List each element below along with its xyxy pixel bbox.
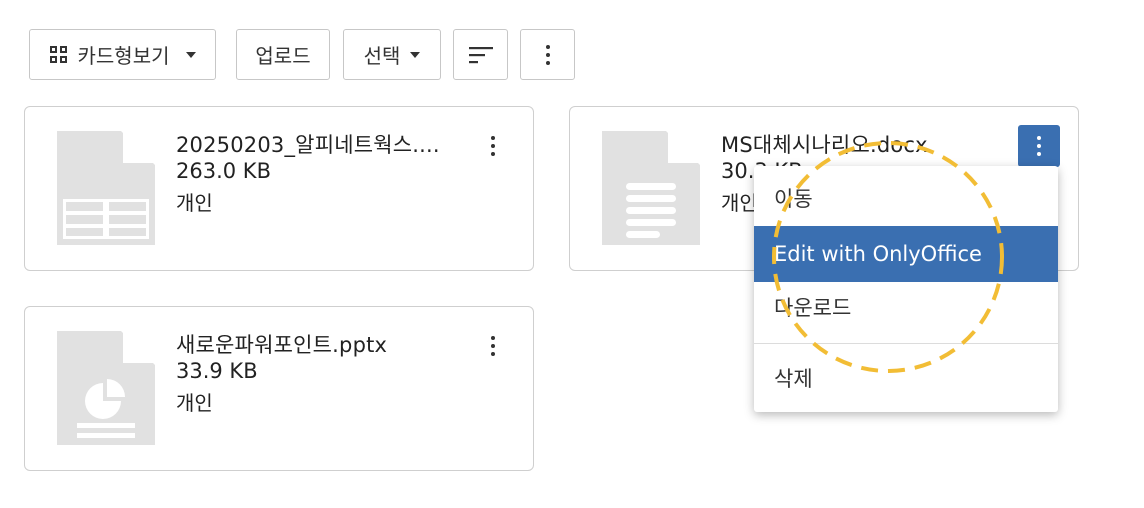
file-name[interactable]: 새로운파워포인트.pptx bbox=[176, 329, 387, 359]
upload-button[interactable]: 업로드 bbox=[236, 29, 330, 80]
select-dropdown[interactable]: 선택 bbox=[343, 29, 441, 80]
file-size: 263.0 KB bbox=[176, 159, 271, 183]
menu-item-edit-onlyoffice[interactable]: Edit with OnlyOffice bbox=[754, 226, 1058, 282]
view-mode-dropdown[interactable]: 카드형보기 bbox=[29, 29, 216, 80]
menu-item-move[interactable]: 이동 bbox=[754, 170, 1058, 226]
file-menu-button[interactable] bbox=[472, 125, 514, 167]
more-vert-icon bbox=[491, 336, 495, 340]
file-owner: 개인 bbox=[176, 391, 213, 415]
spreadsheet-file-icon bbox=[57, 131, 155, 245]
sort-icon bbox=[468, 46, 493, 63]
document-file-icon bbox=[602, 131, 700, 245]
file-name[interactable]: 20250203_알피네트웍스.... bbox=[176, 129, 440, 159]
upload-label: 업로드 bbox=[255, 44, 311, 68]
more-vert-icon bbox=[545, 44, 550, 49]
file-card[interactable]: 20250203_알피네트웍스.... 263.0 KB 개인 bbox=[24, 106, 534, 271]
sort-button[interactable] bbox=[453, 29, 508, 80]
chevron-down-icon bbox=[410, 51, 421, 58]
file-owner: 개인 bbox=[176, 191, 213, 215]
file-context-menu: 이동 Edit with OnlyOffice 다운로드 삭제 bbox=[754, 166, 1058, 412]
select-label: 선택 bbox=[363, 44, 401, 68]
presentation-file-icon bbox=[57, 331, 155, 445]
file-card[interactable]: 새로운파워포인트.pptx 33.9 KB 개인 bbox=[24, 306, 534, 471]
more-vert-icon bbox=[491, 136, 495, 140]
file-name[interactable]: MS대체시나리오.docx bbox=[721, 129, 928, 159]
menu-item-delete[interactable]: 삭제 bbox=[754, 350, 1058, 406]
more-vert-icon bbox=[1037, 136, 1041, 140]
chevron-down-icon bbox=[185, 51, 196, 58]
menu-divider bbox=[754, 343, 1058, 344]
menu-item-download[interactable]: 다운로드 bbox=[754, 279, 1058, 335]
view-mode-label: 카드형보기 bbox=[77, 44, 170, 68]
file-menu-button[interactable] bbox=[1018, 125, 1060, 167]
file-owner: 개인 bbox=[721, 191, 758, 215]
file-size: 33.9 KB bbox=[176, 359, 258, 383]
more-options-button[interactable] bbox=[520, 29, 575, 80]
grid-view-icon bbox=[49, 45, 68, 64]
file-menu-button[interactable] bbox=[472, 325, 514, 367]
